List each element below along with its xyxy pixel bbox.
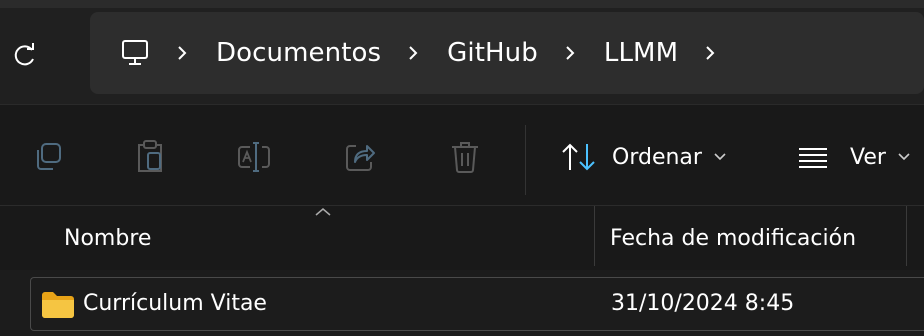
folder-icon bbox=[42, 292, 74, 318]
chevron-right-icon bbox=[178, 46, 187, 60]
chevron-right-icon bbox=[409, 46, 418, 60]
delete-button[interactable] bbox=[443, 135, 487, 179]
navigation-row: Documentos GitHub LLMM bbox=[0, 8, 924, 104]
table-row[interactable]: Currículum Vitae 31/10/2024 8:45 bbox=[30, 277, 924, 331]
paste-icon bbox=[138, 140, 162, 172]
column-header-name[interactable]: Nombre bbox=[64, 226, 151, 251]
column-resize-handle[interactable] bbox=[594, 206, 595, 266]
file-date-modified: 31/10/2024 8:45 bbox=[611, 291, 795, 316]
breadcrumb-item-llmm[interactable]: LLMM bbox=[604, 38, 678, 68]
toolbar-separator bbox=[525, 125, 526, 195]
command-bar: Ordenar Ver bbox=[0, 105, 924, 205]
view-button[interactable]: Ver bbox=[798, 135, 910, 179]
copy-button[interactable] bbox=[26, 135, 70, 179]
breadcrumb-item-documentos[interactable]: Documentos bbox=[216, 38, 381, 68]
view-list-icon bbox=[799, 148, 827, 168]
address-bar[interactable]: Documentos GitHub LLMM bbox=[90, 12, 924, 94]
share-button[interactable] bbox=[338, 135, 382, 179]
share-icon bbox=[346, 145, 375, 171]
chevron-right-icon bbox=[706, 46, 715, 60]
sort-ascending-icon bbox=[315, 208, 331, 216]
computer-icon bbox=[122, 40, 148, 65]
column-header-row: Nombre Fecha de modificación bbox=[0, 205, 924, 270]
column-header-date-modified[interactable]: Fecha de modificación bbox=[610, 226, 856, 251]
chevron-down-icon bbox=[898, 153, 910, 161]
breadcrumb: Documentos GitHub LLMM bbox=[90, 12, 744, 94]
copy-icon bbox=[37, 143, 61, 170]
breadcrumb-item-github[interactable]: GitHub bbox=[447, 38, 538, 68]
breadcrumb-this-pc[interactable] bbox=[120, 38, 150, 68]
breadcrumb-separator[interactable] bbox=[407, 44, 419, 62]
title-bar-strip bbox=[0, 0, 924, 8]
view-label: Ver bbox=[850, 144, 886, 170]
trash-icon bbox=[452, 142, 478, 173]
chevron-right-icon bbox=[566, 46, 575, 60]
column-resize-handle[interactable] bbox=[906, 206, 907, 266]
sort-label: Ordenar bbox=[612, 144, 702, 170]
refresh-icon bbox=[14, 43, 34, 66]
rename-button[interactable] bbox=[232, 135, 276, 179]
file-name: Currículum Vitae bbox=[83, 291, 267, 316]
chevron-down-icon bbox=[714, 153, 726, 161]
refresh-button[interactable] bbox=[0, 30, 50, 80]
sort-arrows-icon bbox=[562, 143, 595, 171]
rename-icon bbox=[238, 142, 270, 172]
sort-button[interactable]: Ordenar bbox=[560, 135, 726, 179]
breadcrumb-separator[interactable] bbox=[704, 44, 716, 62]
breadcrumb-separator[interactable] bbox=[564, 44, 576, 62]
breadcrumb-separator[interactable] bbox=[176, 44, 188, 62]
paste-button[interactable] bbox=[128, 135, 172, 179]
